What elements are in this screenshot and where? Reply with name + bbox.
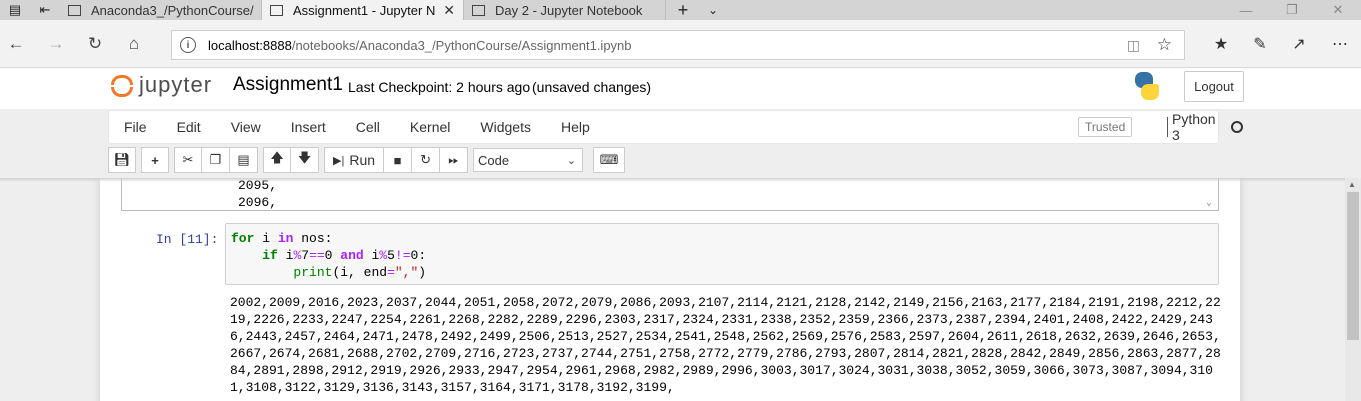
autosave-status: (unsaved changes) xyxy=(532,79,652,95)
menu-widgets[interactable]: Widgets xyxy=(465,119,546,135)
jupyter-logo[interactable]: jupyter xyxy=(111,72,212,98)
python-logo-icon xyxy=(1133,72,1161,100)
previous-output-scroll-area[interactable]: 2095, 2096, ⌄ xyxy=(121,178,1219,211)
fast-forward-icon[interactable]: ⏩︎ xyxy=(440,147,469,173)
cell-type-select[interactable]: Code ⌄ xyxy=(473,148,584,172)
jupyter-logo-icon xyxy=(111,73,133,97)
jupyter-logo-text: jupyter xyxy=(139,72,213,97)
browser-tab-1[interactable]: Anaconda3_/PythonCourse/ xyxy=(60,0,262,20)
notebook-page: 2095, 2096, ⌄ In [11]: for i in nos: if … xyxy=(100,178,1240,401)
run-label: Run xyxy=(349,152,376,168)
menu-kernel[interactable]: Kernel xyxy=(395,119,465,135)
checkpoint-status: Last Checkpoint: 2 hours ago xyxy=(348,79,531,95)
notebook-name[interactable]: Assignment1 xyxy=(233,74,343,96)
browser-tab-bar: ▤ ⇤ Anaconda3_/PythonCourse/ Assignment1… xyxy=(0,0,1361,20)
output-line: 2096, xyxy=(238,195,278,210)
browser-tab-2[interactable]: Assignment1 - Jupyter N ✕ xyxy=(262,0,464,20)
page-scrollbar[interactable]: ▲ xyxy=(1345,178,1361,401)
window-controls: — ❐ ✕ xyxy=(1223,0,1361,20)
new-tab-icon[interactable]: + xyxy=(666,0,700,20)
scroll-up-icon[interactable]: ▲ xyxy=(1348,180,1356,189)
close-window-icon[interactable]: ✕ xyxy=(1315,0,1361,20)
menu-view[interactable]: View xyxy=(216,119,276,135)
output-line: 2002,2009,2016,2023,2037,2044,2051,2058,… xyxy=(230,295,1221,310)
move-up-icon[interactable]: 🡅︎ xyxy=(263,147,291,173)
page-icon xyxy=(270,4,283,16)
run-button[interactable]: ▶| Run xyxy=(324,147,385,173)
reading-view-icon[interactable]: ◫ xyxy=(1127,37,1140,54)
favorite-star-icon[interactable]: ☆ xyxy=(1157,35,1172,55)
copy-icon[interactable]: ❐ xyxy=(202,147,230,173)
kernel-status-icon xyxy=(1231,121,1243,133)
kernel-name: Python 3 xyxy=(1167,111,1218,143)
tab-preview-chevron-icon[interactable]: ⌄ xyxy=(700,0,726,20)
save-icon[interactable]: 💾︎ xyxy=(108,147,136,173)
notebook-container: 2095, 2096, ⌄ In [11]: for i in nos: if … xyxy=(0,178,1345,401)
output-line: 19,2226,2233,2247,2254,2261,2268,2282,22… xyxy=(230,312,1213,327)
scrollbar-thumb[interactable] xyxy=(1347,192,1359,340)
menu-file[interactable]: File xyxy=(109,119,162,135)
cell-type-value: Code xyxy=(478,152,510,168)
output-line: 84,2891,2898,2912,2919,2926,2933,2947,29… xyxy=(230,363,1213,378)
home-icon[interactable]: ⌂ xyxy=(122,32,146,56)
url-host: localhost:8888 xyxy=(208,37,292,53)
minimize-icon[interactable]: — xyxy=(1223,0,1269,20)
cell-output: 2002,2009,2016,2023,2037,2044,2051,2058,… xyxy=(230,294,1224,396)
tab-title: Anaconda3_/PythonCourse/ xyxy=(91,2,254,18)
url-path: /notebooks/Anaconda3_/PythonCourse/Assig… xyxy=(291,37,632,53)
trusted-indicator[interactable]: Trusted xyxy=(1078,117,1133,137)
stop-icon[interactable]: ■ xyxy=(384,147,413,173)
step-forward-icon: ▶| xyxy=(333,154,345,167)
cut-icon[interactable]: ✂ xyxy=(174,147,202,173)
tab-title: Assignment1 - Jupyter N xyxy=(293,2,436,18)
page-icon xyxy=(472,4,485,16)
output-line: 2667,2674,2681,2688,2702,2709,2716,2723,… xyxy=(230,346,1221,361)
restore-icon[interactable]: ❐ xyxy=(1269,0,1315,20)
input-prompt: In [11]: xyxy=(156,232,219,247)
site-info-icon[interactable]: i xyxy=(180,37,196,53)
move-down-icon[interactable]: 🡇︎ xyxy=(291,147,319,173)
logout-button[interactable]: Logout xyxy=(1184,71,1244,102)
output-line: 6,2443,2457,2464,2471,2478,2492,2499,250… xyxy=(230,329,1221,344)
share-icon[interactable]: ↗ xyxy=(1287,32,1311,56)
more-icon[interactable]: ⋯ xyxy=(1328,32,1352,56)
menu-help[interactable]: Help xyxy=(546,119,605,135)
menu-cell[interactable]: Cell xyxy=(341,119,395,135)
close-tab-icon[interactable]: ✕ xyxy=(443,2,455,19)
jupyter-header: jupyter Assignment1 Last Checkpoint: 2 h… xyxy=(0,68,1361,109)
page-icon xyxy=(68,4,81,16)
forward-icon[interactable]: → xyxy=(44,32,68,56)
menu-edit[interactable]: Edit xyxy=(162,119,216,135)
pen-notes-icon[interactable]: ✎ xyxy=(1248,32,1272,56)
menubar: File Edit View Insert Cell Kernel Widget… xyxy=(108,110,1243,144)
tab-title: Day 2 - Jupyter Notebook xyxy=(495,2,643,18)
header-shadow xyxy=(0,178,1345,182)
chevron-down-icon: ⌄ xyxy=(566,154,577,167)
favorites-hub-icon[interactable]: ★ xyxy=(1209,32,1233,56)
restart-icon[interactable]: ↻ xyxy=(412,147,441,173)
code-cell-input[interactable]: for i in nos: if i%7==0 and i%5!=0: prin… xyxy=(225,223,1219,285)
output-line: 1,3108,3122,3129,3136,3143,3157,3164,317… xyxy=(230,380,675,395)
browser-tab-3[interactable]: Day 2 - Jupyter Notebook xyxy=(464,0,666,20)
address-bar[interactable]: i localhost:8888/notebooks/Anaconda3_/Py… xyxy=(171,30,1185,60)
insert-cell-icon[interactable]: + xyxy=(141,147,169,173)
scroll-down-chevron-icon[interactable]: ⌄ xyxy=(1206,197,1212,209)
notebook-toolbar: 💾︎ + ✂ ❐ ▤ 🡅︎ 🡇︎ ▶| Run ■ ↻ ⏩︎ Code ⌄ ⌨ xyxy=(108,147,626,173)
tab-actions-icon[interactable]: ▤ xyxy=(0,0,30,20)
paste-icon[interactable]: ▤ xyxy=(230,147,258,173)
browser-nav-bar: ← → ↻ ⌂ i localhost:8888/notebooks/Anaco… xyxy=(0,20,1361,68)
keyboard-icon[interactable]: ⌨ xyxy=(593,147,626,173)
set-aside-tabs-icon[interactable]: ⇤ xyxy=(30,0,60,20)
back-icon[interactable]: ← xyxy=(4,32,28,56)
refresh-icon[interactable]: ↻ xyxy=(83,32,107,56)
menu-insert[interactable]: Insert xyxy=(276,119,341,135)
